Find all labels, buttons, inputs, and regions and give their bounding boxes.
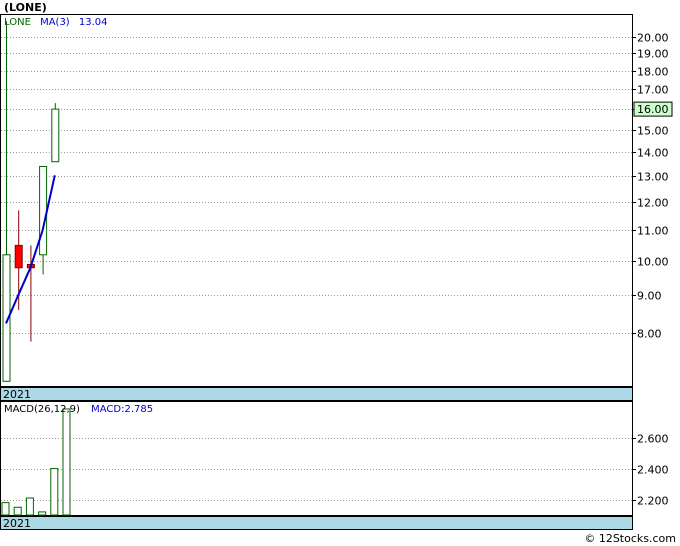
macd-tick-label: 2.600: [637, 433, 669, 446]
price-tick-label: 8.00: [637, 328, 662, 341]
macd-panel: 2.200 2.400 2.600 MACD(26,12,9) MACD:2.785: [0, 401, 669, 516]
current-price-badge: 16.00: [633, 101, 673, 117]
price-tick-label: 11.00: [637, 225, 669, 238]
price-y-axis: 8.00 9.00 10.00 11.00 12.00 13.00 14.00 15.00 16…: [632, 32, 669, 341]
legend-symbol: LONE: [4, 17, 31, 28]
price-tick-label: 9.00: [637, 290, 662, 303]
macd-bar: [38, 511, 47, 516]
candle-body: [39, 165, 48, 256]
price-panel: 8.00 9.00 10.00 11.00 12.00 13.00 14.00 15.00 16…: [0, 14, 673, 387]
macd-y-axis: 2.200 2.400 2.600: [632, 433, 669, 508]
macd-period-band: [0, 516, 633, 530]
price-tick-label: 17.00: [637, 84, 669, 97]
price-tick-label: 12.00: [637, 197, 669, 210]
footer-copyright: © 12Stocks.com: [584, 532, 676, 545]
price-period-label: 2021: [3, 388, 31, 401]
price-tick-label: 10.00: [637, 256, 669, 269]
price-tick-label: 20.00: [637, 32, 669, 45]
macd-bar: [50, 468, 59, 516]
macd-plot-frame: [0, 401, 633, 516]
candle-body: [51, 108, 60, 163]
price-tick-label: 13.00: [637, 171, 669, 184]
macd-legend-value: MACD:2.785: [91, 404, 153, 415]
macd-tick-label: 2.400: [637, 464, 669, 477]
macd-period-label: 2021: [3, 517, 31, 530]
price-legend: LONE MA(3) 13.04: [4, 17, 108, 28]
macd-bar: [62, 408, 71, 516]
macd-bar: [13, 506, 22, 516]
stock-chart: (LONE) 8.00 9.00 10.00 11.00 12.00 13.00 14.00…: [0, 1, 676, 545]
price-tick-label: 14.00: [637, 147, 669, 160]
price-tick-label: 19.00: [637, 48, 669, 61]
legend-ma-value: 13.04: [79, 17, 108, 28]
legend-ma-label: MA(3): [40, 17, 70, 28]
macd-bar: [25, 497, 34, 516]
price-tick-label: 15.00: [637, 125, 669, 138]
candle-body: [14, 244, 23, 269]
macd-tick-label: 2.200: [637, 495, 669, 508]
macd-legend: MACD(26,12,9) MACD:2.785: [4, 404, 153, 415]
macd-legend-label: MACD(26,12,9): [4, 404, 80, 415]
current-price-value: 16.00: [637, 103, 669, 116]
price-period-band: [0, 387, 633, 401]
price-plot-frame: [0, 14, 633, 387]
macd-bar: [1, 502, 10, 516]
price-tick-label: 18.00: [637, 66, 669, 79]
chart-title: (LONE): [4, 1, 47, 14]
